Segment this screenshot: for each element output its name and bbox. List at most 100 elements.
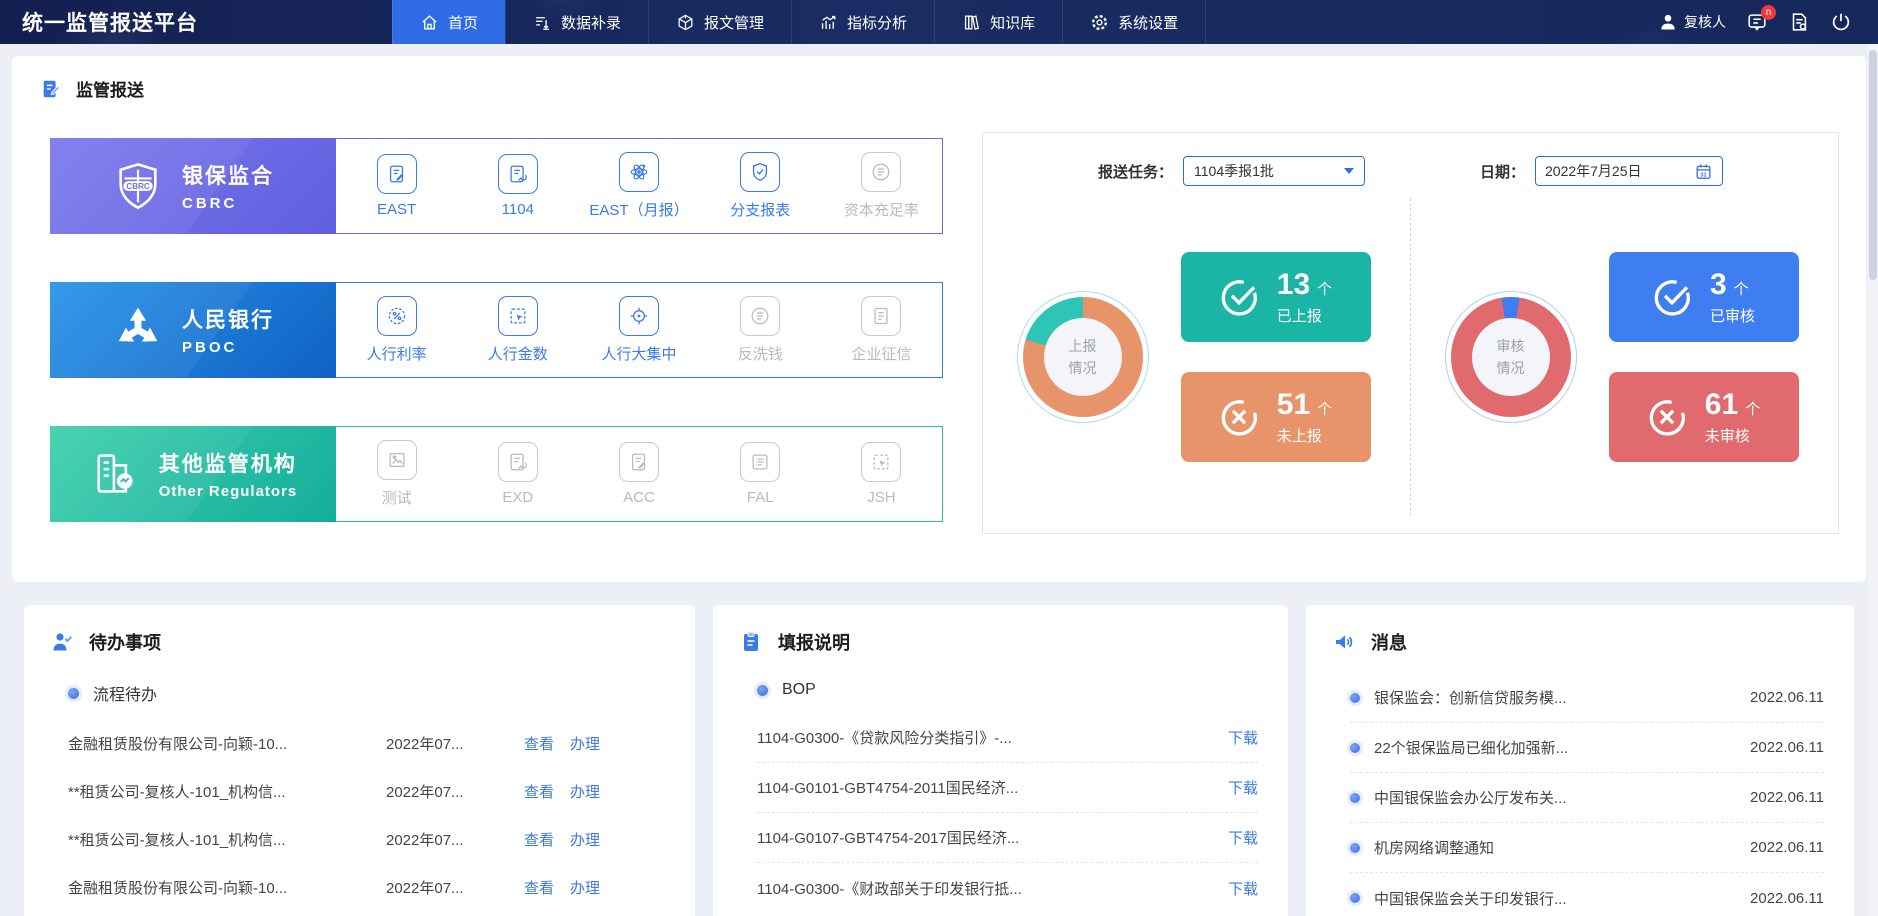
gear-icon [1090, 13, 1109, 32]
regulator-abbr: PBOC [182, 339, 238, 356]
message-row[interactable]: 中国银保监会关于印发银行... 2022.06.11 [1350, 873, 1824, 916]
not-reviewed-count-card: 61 个 未审核 [1608, 372, 1799, 462]
instructions-group[interactable]: BOP [757, 681, 1258, 699]
view-link[interactable]: 查看 [524, 733, 554, 754]
not-uploaded-label: 未上报 [1276, 428, 1322, 445]
section-title: 监管报送 [76, 81, 144, 100]
report-entry-pboc-centralized[interactable]: 人行大集中 [578, 283, 699, 377]
reviewed-label: 已审核 [1709, 308, 1755, 325]
messages-button[interactable]: n [1746, 5, 1776, 33]
nav-data-supplement[interactable]: 数据补录 [505, 0, 648, 44]
photo-icon [376, 440, 417, 480]
nav-system-settings[interactable]: 系统设置 [1062, 0, 1207, 44]
view-link[interactable]: 查看 [524, 829, 554, 850]
view-link[interactable]: 查看 [524, 877, 554, 898]
circle-doc-icon [740, 296, 781, 336]
shield-icon [740, 152, 781, 192]
uploaded-count-card: 13 个 已上报 [1180, 252, 1371, 342]
download-link[interactable]: 下载 [1228, 727, 1258, 748]
instructions-list: 1104-G0300-《贷款风险分类指引》-... 下载 1104-G0101-… [757, 713, 1258, 913]
donut-label-line: 上报 [1068, 337, 1097, 354]
task-controls: 报送任务： 1104季报1批 日期： 2022年7月25日 [983, 156, 1838, 186]
report-entry-east[interactable]: EAST [336, 139, 457, 233]
report-log-button[interactable] [1788, 11, 1810, 33]
logout-button[interactable] [1830, 11, 1852, 33]
report-entry-east-monthly[interactable]: EAST（月报） [578, 139, 699, 233]
bullet-icon [1350, 792, 1360, 803]
view-link[interactable]: 查看 [524, 781, 554, 802]
report-entry-branch-report[interactable]: 分支报表 [700, 139, 821, 233]
atom-icon [619, 152, 659, 192]
count-unit: 个 [1733, 281, 1749, 298]
report-entry-fal[interactable]: FAL [700, 427, 821, 521]
report-entry-pboc-gold-data[interactable]: 人行金数 [457, 283, 578, 377]
date-label: 日期： [1479, 163, 1525, 181]
bullet-icon [1350, 742, 1360, 753]
regulator-row-cbrc: 银保监合 CBRC EAST 1104 EAST（月报） 分支报表 资本充足率 [50, 138, 943, 234]
message-row[interactable]: 中国银保监会办公厅发布关... 2022.06.11 [1350, 773, 1824, 823]
report-entry-acc[interactable]: ACC [578, 427, 699, 521]
bullet-icon [1350, 692, 1360, 703]
handle-link[interactable]: 办理 [570, 877, 600, 898]
not-uploaded-count-card: 51 个 未上报 [1180, 372, 1371, 462]
check-circle-icon [1219, 277, 1259, 317]
entry-label: EAST [377, 201, 417, 218]
x-circle-icon [1647, 397, 1687, 437]
download-link[interactable]: 下载 [1228, 827, 1258, 848]
nav-label: 首页 [448, 14, 479, 32]
instruction-title: 1104-G0107-GBT4754-2017国民经济... [757, 830, 1020, 847]
target-icon [619, 296, 659, 336]
todo-row: 金融租赁股份有限公司-向颖-10... 2022年07... 查看 办理 [68, 719, 665, 767]
report-entry-aml[interactable]: 反洗钱 [700, 283, 821, 377]
nav-knowledge-base[interactable]: 知识库 [934, 0, 1062, 44]
message-count-badge: n [1761, 5, 1776, 20]
todo-item-date: 2022年07... [386, 735, 464, 753]
message-row[interactable]: 机房网络调整通知 2022.06.11 [1350, 823, 1824, 873]
handle-link[interactable]: 办理 [570, 781, 600, 802]
nav-message-management[interactable]: 报文管理 [648, 0, 791, 44]
uploaded-label: 已上报 [1276, 308, 1322, 325]
message-row[interactable]: 银保监会：创新信贷服务模... 2022.06.11 [1350, 673, 1824, 723]
entry-label: 1104 [501, 201, 534, 218]
report-entry-test[interactable]: 测试 [336, 427, 457, 521]
message-date: 2022.06.11 [1750, 889, 1824, 907]
message-title: 中国银保监会关于印发银行... [1374, 890, 1567, 908]
scrollbar-thumb[interactable] [1869, 50, 1877, 280]
date-picker[interactable]: 2022年7月25日 [1535, 156, 1723, 186]
home-icon [420, 13, 439, 32]
count-unit: 个 [1317, 281, 1333, 298]
speaker-icon [1332, 630, 1356, 654]
task-select[interactable]: 1104季报1批 [1183, 156, 1365, 186]
report-entry-pboc-rate[interactable]: 人行利率 [336, 283, 457, 377]
handle-link[interactable]: 办理 [570, 733, 600, 754]
nav-indicator-analysis[interactable]: 指标分析 [791, 0, 934, 44]
nav-home[interactable]: 首页 [392, 0, 506, 44]
current-user[interactable]: 复核人 [1658, 12, 1726, 32]
todo-row: 金融租赁股份有限公司-向颖-10... 2022年07... 查看 办理 [68, 863, 665, 911]
message-date: 2022.06.11 [1750, 839, 1824, 856]
download-link[interactable]: 下载 [1228, 777, 1258, 798]
nav-label: 系统设置 [1118, 14, 1179, 32]
pboc-emblem-icon [112, 304, 164, 356]
report-entry-1104[interactable]: 1104 [457, 139, 578, 233]
donut-label-line: 情况 [1496, 360, 1525, 376]
section-header: 监管报送 [40, 76, 144, 101]
todo-group[interactable]: 流程待办 [68, 681, 665, 705]
handle-link[interactable]: 办理 [570, 829, 600, 850]
report-entry-capital-adequacy[interactable]: 资本充足率 [821, 139, 942, 233]
download-link[interactable]: 下载 [1228, 878, 1258, 899]
instruction-row: 1104-G0300-《贷款风险分类指引》-... 下载 [757, 713, 1258, 763]
message-row[interactable]: 22个银保监局已细化加强新... 2022.06.11 [1350, 723, 1824, 773]
report-entry-enterprise-credit[interactable]: 企业征信 [821, 283, 942, 377]
entry-label: JSH [867, 489, 896, 506]
entry-label: 企业征信 [851, 346, 912, 363]
percent-badge-icon [376, 296, 417, 336]
instruction-row: 1104-G0300-《财政部关于印发银行抵... 下载 [757, 863, 1258, 913]
report-entry-exd[interactable]: EXD [457, 427, 578, 521]
user-icon [1658, 12, 1678, 32]
instructions-title: 填报说明 [778, 633, 850, 653]
report-entry-jsh[interactable]: JSH [821, 427, 942, 521]
nav-label: 报文管理 [704, 14, 765, 32]
page-scrollbar[interactable] [1868, 44, 1878, 916]
person-check-icon [50, 630, 74, 654]
